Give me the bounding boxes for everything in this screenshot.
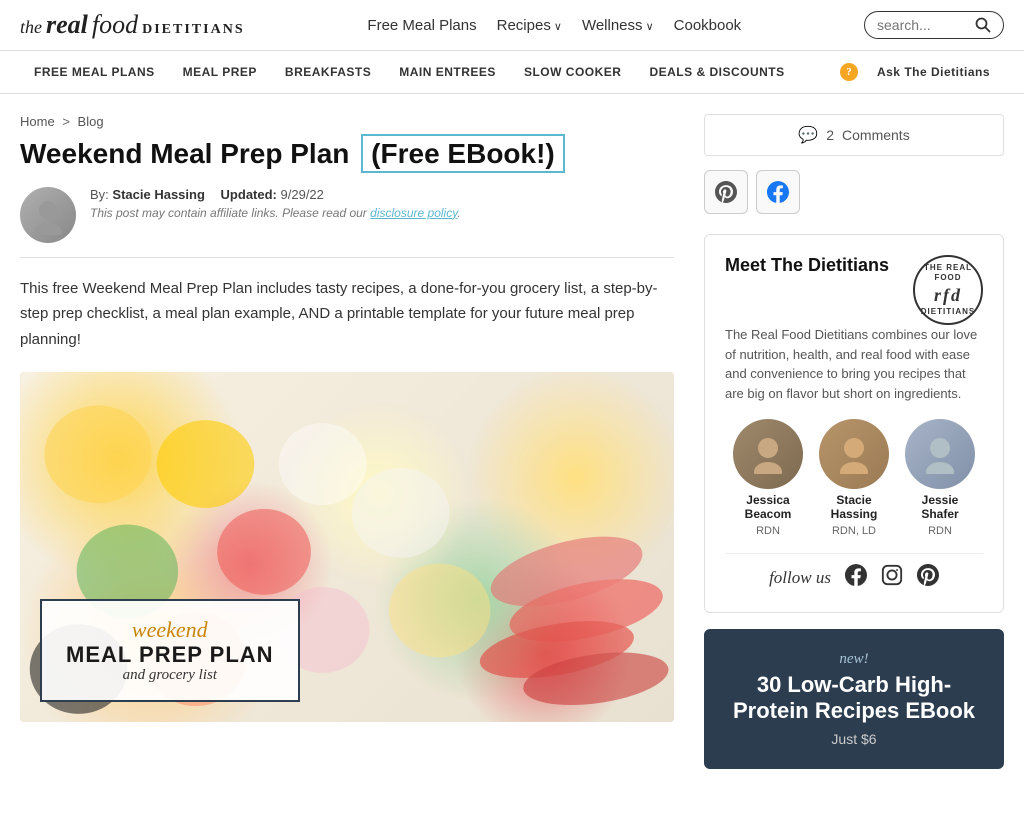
jessie-avatar: [905, 419, 975, 489]
jessie-avatar-icon: [920, 434, 960, 474]
jessica-cred: RDN: [756, 525, 780, 537]
post-title: Weekend Meal Prep Plan (Free EBook!): [20, 137, 674, 171]
rfd-top-text: THE REAL FOOD: [915, 263, 981, 284]
author-name-line: By: Stacie Hassing Updated: 9/29/22: [90, 187, 674, 202]
follow-label: follow us: [769, 568, 831, 588]
author-by-label: By:: [90, 187, 109, 202]
ebook-price: Just $6: [722, 731, 986, 747]
affiliate-note: This post may contain affiliate links. P…: [90, 206, 674, 220]
logo-real: real: [46, 10, 88, 40]
breadcrumb-home[interactable]: Home: [20, 114, 55, 129]
breadcrumb-blog[interactable]: Blog: [78, 114, 104, 129]
ask-dietitians-link[interactable]: ? Ask The Dietitians: [840, 61, 1004, 83]
sidebar: 💬 2 Comments THE REAL FOOD rfd DIETITI: [704, 114, 1004, 769]
nav-free-meal-plans[interactable]: Free Meal Plans: [367, 17, 476, 34]
ask-dietitians-label[interactable]: Ask The Dietitians: [863, 61, 1004, 83]
stacie-avatar-icon: [834, 434, 874, 474]
logo-food: food: [92, 10, 138, 40]
content-area: Home > Blog Weekend Meal Prep Plan (Free…: [20, 114, 674, 769]
dietitian-jessica: JessicaBeacom RDN: [733, 419, 803, 537]
search-input[interactable]: [877, 17, 967, 33]
author-section: By: Stacie Hassing Updated: 9/29/22 This…: [20, 187, 674, 258]
comments-count: 2: [826, 127, 834, 143]
card-title: MEAL PREP PLAN: [66, 643, 274, 667]
logo-dietitians: DIETITIANS: [142, 22, 244, 38]
dietitian-stacie: StacieHassing RDN, LD: [819, 419, 889, 537]
site-logo[interactable]: the real food DIETITIANS: [20, 10, 245, 40]
jessie-name: JessieShafer: [921, 493, 958, 521]
comments-bar[interactable]: 💬 2 Comments: [704, 114, 1004, 156]
facebook-follow-icon[interactable]: [845, 564, 867, 592]
share-buttons: [704, 170, 1004, 214]
meal-prep-card: weekend MEAL PREP PLAN and grocery list: [40, 599, 300, 702]
follow-row: follow us: [725, 553, 983, 592]
comment-bubble-icon: 💬: [798, 125, 818, 145]
author-info: By: Stacie Hassing Updated: 9/29/22 This…: [90, 187, 674, 220]
ebook-promo[interactable]: new! 30 Low-Carb High-Protein Recipes EB…: [704, 629, 1004, 769]
ebook-new-label: new!: [722, 651, 986, 668]
breadcrumb: Home > Blog: [20, 114, 674, 129]
pinterest-follow-icon[interactable]: [917, 564, 939, 592]
instagram-follow-icon[interactable]: [881, 564, 903, 592]
jessica-name: JessicaBeacom: [745, 493, 792, 521]
nav-wellness[interactable]: Wellness: [582, 17, 654, 34]
secondary-nav: FREE MEAL PLANS MEAL PREP BREAKFASTS MAI…: [0, 51, 1024, 94]
updated-label: Updated:: [221, 187, 277, 202]
jessica-avatar: [733, 419, 803, 489]
dietitians-row: JessicaBeacom RDN StacieHassing RDN, LD: [725, 419, 983, 537]
title-highlight: (Free EBook!): [361, 134, 565, 173]
search-icon: [975, 17, 991, 33]
rfd-middle: rfd: [934, 284, 962, 307]
search-box[interactable]: [864, 11, 1004, 39]
rfd-logo-circle: THE REAL FOOD rfd DIETITIANS: [913, 255, 983, 325]
updated-date: 9/29/22: [281, 187, 324, 202]
title-main: Weekend Meal Prep Plan: [20, 138, 349, 169]
rfd-bottom-text: DIETITIANS: [921, 307, 975, 317]
meet-description: The Real Food Dietitians combines our lo…: [725, 325, 983, 403]
facebook-icon: [767, 181, 789, 203]
hero-image: weekend MEAL PREP PLAN and grocery list: [20, 372, 674, 722]
card-subtitle: and grocery list: [66, 667, 274, 684]
meet-dietitians-box: THE REAL FOOD rfd DIETITIANS Meet The Di…: [704, 234, 1004, 613]
nav-cookbook[interactable]: Cookbook: [674, 17, 742, 34]
main-nav-links: Free Meal Plans Recipes Wellness Cookboo…: [275, 17, 834, 34]
top-nav: the real food DIETITIANS Free Meal Plans…: [0, 0, 1024, 51]
breadcrumb-separator: >: [62, 114, 70, 129]
jessica-avatar-icon: [748, 434, 788, 474]
ask-icon: ?: [840, 63, 858, 81]
disclosure-policy-link[interactable]: disclosure policy: [370, 206, 457, 220]
dietitian-jessie: JessieShafer RDN: [905, 419, 975, 537]
pinterest-icon: [715, 181, 737, 203]
nav-recipes[interactable]: Recipes: [497, 17, 562, 34]
sec-nav-meal-prep[interactable]: MEAL PREP: [169, 61, 271, 83]
sec-nav-main-entrees[interactable]: MAIN ENTREES: [385, 61, 510, 83]
jessie-cred: RDN: [928, 525, 952, 537]
pinterest-share-button[interactable]: [704, 170, 748, 214]
sec-nav-free-meal-plans[interactable]: FREE MEAL PLANS: [20, 61, 169, 83]
sec-nav-slow-cooker[interactable]: SLOW COOKER: [510, 61, 636, 83]
sec-nav-deals[interactable]: DEALS & DISCOUNTS: [635, 61, 798, 83]
author-avatar-icon: [28, 195, 68, 235]
author-name[interactable]: Stacie Hassing: [112, 187, 205, 202]
stacie-avatar: [819, 419, 889, 489]
comments-label: Comments: [842, 127, 910, 143]
ebook-title: 30 Low-Carb High-Protein Recipes EBook: [722, 672, 986, 725]
main-container: Home > Blog Weekend Meal Prep Plan (Free…: [0, 94, 1024, 789]
intro-text: This free Weekend Meal Prep Plan include…: [20, 276, 674, 353]
sec-nav-breakfasts[interactable]: BREAKFASTS: [271, 61, 385, 83]
logo-the: the: [20, 17, 42, 38]
card-weekend: weekend: [66, 617, 274, 643]
stacie-cred: RDN, LD: [832, 525, 876, 537]
author-avatar: [20, 187, 76, 243]
stacie-name: StacieHassing: [831, 493, 878, 521]
facebook-share-button[interactable]: [756, 170, 800, 214]
